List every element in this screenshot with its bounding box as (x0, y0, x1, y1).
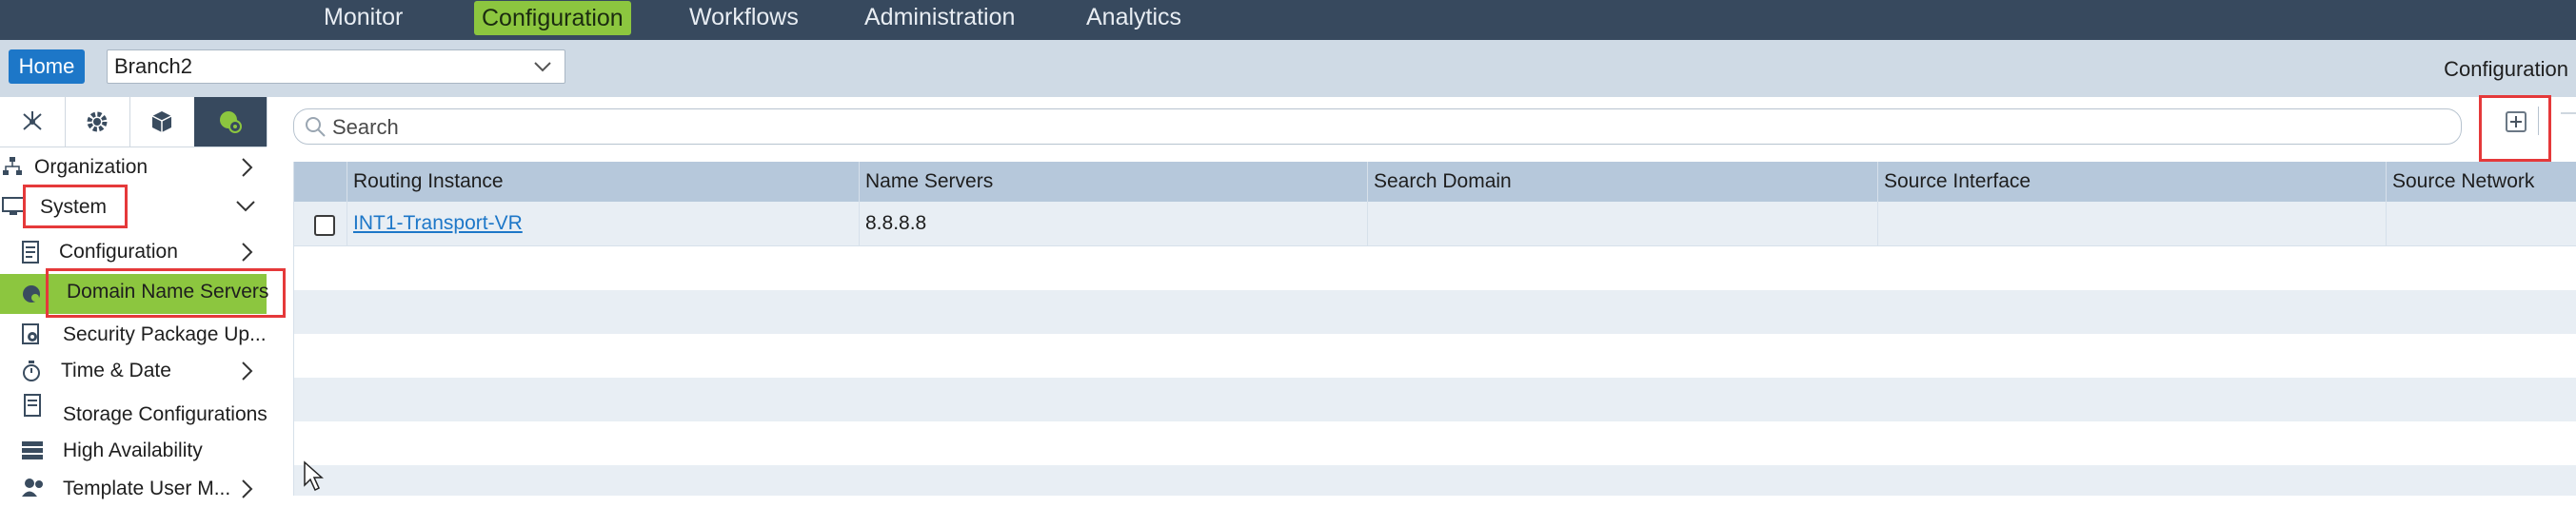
add-button-highlight-box (2479, 95, 2551, 162)
sidebar-item-high-availability[interactable]: High Availability (0, 432, 267, 470)
server-stack-icon (22, 441, 43, 459)
org-chart-icon (3, 157, 22, 175)
stopwatch-icon (23, 361, 40, 381)
chevron-right-icon (242, 243, 253, 262)
chevron-right-icon (242, 158, 253, 177)
branch-select[interactable]: Branch2 (107, 49, 565, 84)
sidebar-item-organization[interactable]: Organization (0, 148, 267, 186)
nav-configuration[interactable]: Configuration (474, 1, 631, 35)
empty-row (293, 290, 2576, 334)
column-header-routing-instance[interactable]: Routing Instance (347, 162, 859, 202)
globe-gear-icon (220, 111, 242, 133)
sidebar-item-label: Time & Date (61, 360, 171, 381)
table-header: Routing Instance Name Servers Search Dom… (293, 162, 2576, 202)
cell-source-interface (1877, 202, 2386, 245)
table-row[interactable]: INT1-Transport-VR 8.8.8.8 (293, 202, 2576, 246)
column-header-source-interface[interactable]: Source Interface (1877, 162, 2386, 202)
top-nav: Monitor Configuration Workflows Administ… (0, 0, 2576, 40)
nav-administration[interactable]: Administration (857, 0, 1022, 36)
empty-row (293, 465, 2576, 496)
empty-row (293, 378, 2576, 421)
sidebar-item-storage-configurations[interactable]: Storage Configurations (0, 392, 268, 430)
toolbar-divider (2538, 107, 2539, 135)
sidebar-tab-services[interactable] (194, 97, 268, 147)
sidebar-tab-objects[interactable] (129, 97, 195, 147)
sidebar-item-label: High Availability (63, 440, 203, 461)
cell-routing-instance: INT1-Transport-VR (347, 202, 859, 245)
monitor-icon (2, 197, 25, 215)
sidebar-item-label: Storage Configurations (63, 403, 268, 425)
system-highlight-box (23, 185, 128, 228)
chevron-right-icon (242, 479, 253, 498)
row-select-cell (293, 202, 347, 245)
home-button[interactable]: Home (9, 49, 85, 84)
sidebar-item-security-package-updates[interactable]: Security Package Up... (0, 316, 267, 354)
network-icon (23, 111, 42, 130)
domain-name-servers-highlight-box (46, 268, 286, 318)
empty-row (293, 421, 2576, 465)
sidebar-item-label: Template User M... (63, 478, 231, 499)
column-header-source-network[interactable]: Source Network (2386, 162, 2576, 202)
remove-icon[interactable] (2561, 112, 2576, 114)
table-left-border (293, 202, 294, 496)
column-header-search-domain[interactable]: Search Domain (1367, 162, 1877, 202)
sidebar-item-time-date[interactable]: Time & Date (0, 352, 267, 390)
sidebar-item-template-user-management[interactable]: Template User M... (0, 470, 267, 508)
sidebar-item-configuration[interactable]: Configuration (0, 233, 267, 271)
cube-icon (151, 111, 172, 132)
select-column-header (293, 162, 347, 202)
globe-icon (23, 285, 40, 303)
column-header-name-servers[interactable]: Name Servers (859, 162, 1367, 202)
sidebar-item-label: Security Package Up... (63, 323, 267, 345)
sidebar-tab-network[interactable] (0, 97, 66, 147)
sidebar-item-label: Organization (34, 156, 149, 178)
cell-search-domain (1367, 202, 1877, 245)
mouse-cursor-icon (304, 460, 324, 492)
nav-monitor[interactable]: Monitor (316, 0, 410, 36)
routing-instance-link[interactable]: INT1-Transport-VR (353, 212, 523, 234)
nav-analytics[interactable]: Analytics (1079, 0, 1189, 36)
chevron-down-icon (236, 201, 255, 212)
row-checkbox[interactable] (314, 215, 335, 236)
empty-row (293, 246, 2576, 290)
gear-icon (87, 111, 108, 132)
nav-workflows[interactable]: Workflows (682, 0, 806, 36)
cell-name-servers: 8.8.8.8 (859, 202, 1367, 245)
search-icon (306, 117, 326, 137)
empty-row (293, 334, 2576, 378)
chevron-right-icon (242, 361, 253, 381)
document-icon (22, 241, 39, 264)
chevron-down-icon (534, 62, 551, 72)
branch-select-value: Branch2 (114, 54, 192, 78)
sidebar-item-label: Configuration (59, 241, 178, 263)
cell-source-network (2386, 202, 2576, 245)
context-label: Configuration (2444, 57, 2568, 81)
sidebar-tabs (0, 97, 268, 147)
search-placeholder: Search (332, 115, 399, 139)
shield-gear-icon (22, 323, 39, 344)
document-icon (24, 394, 41, 417)
search-input[interactable]: Search (293, 108, 2462, 145)
sidebar-tab-settings[interactable] (65, 97, 130, 147)
